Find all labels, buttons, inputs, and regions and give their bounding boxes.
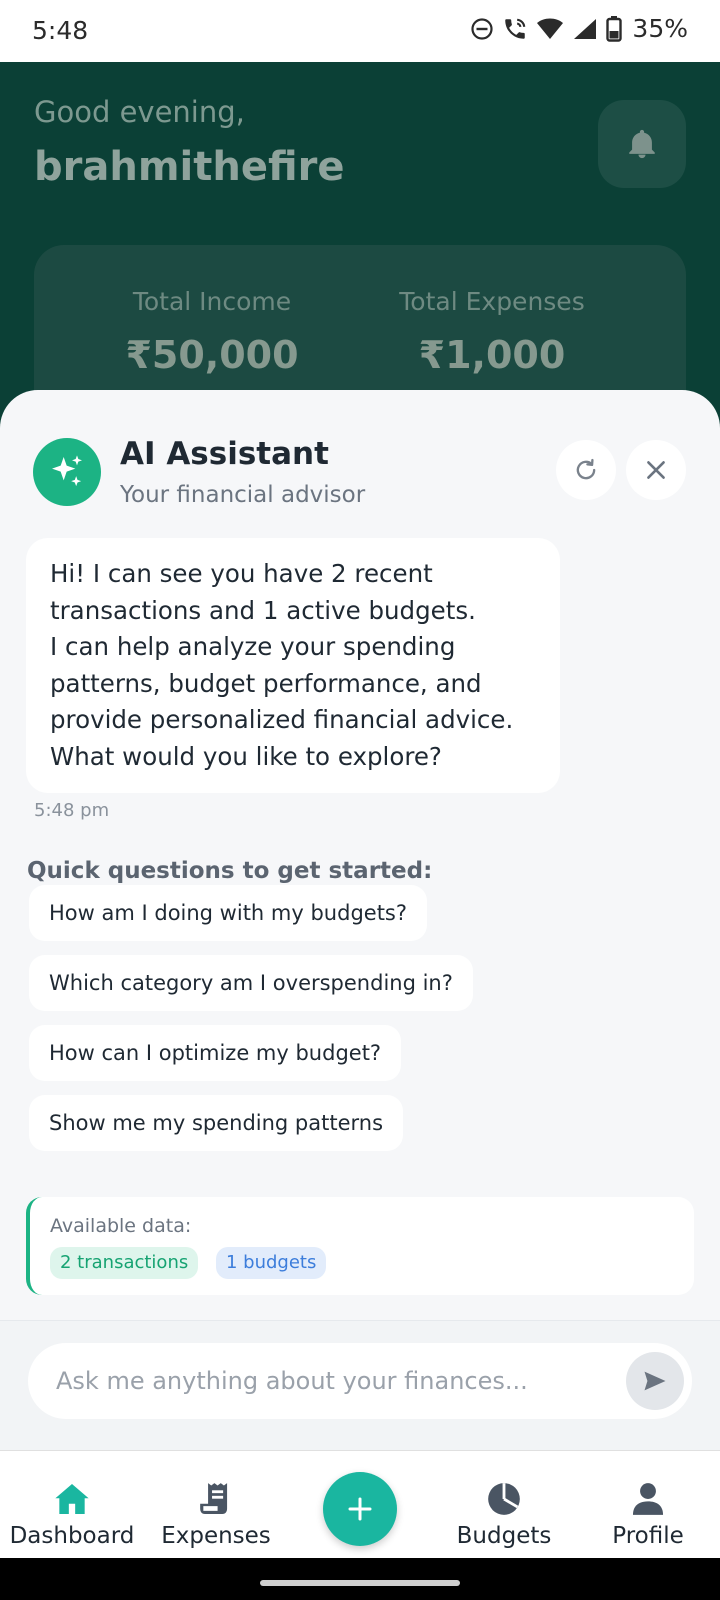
message-timestamp: 5:48 pm [34,800,110,821]
nav-icon-wrap [52,1479,92,1519]
expenses-label: Total Expenses [399,287,585,316]
receipt-icon [200,1483,228,1515]
plus-icon [348,1497,372,1521]
income-label: Total Income [132,287,292,316]
message-line: I can help analyze your spending [50,632,456,661]
send-icon [644,1371,666,1391]
nav-icon-wrap [629,1479,667,1519]
transactions-tag: 2 transactions [50,1247,199,1279]
quick-question-chip[interactable]: How am I doing with my budgets? [29,885,428,941]
signal-icon [574,18,597,39]
nav-profile[interactable]: Profile [576,1451,720,1559]
income-value: ₹50,000 [125,333,299,377]
status-icons: 35% [470,14,688,43]
assistant-avatar [33,438,101,506]
message-line: transactions and 1 active budgets. [50,595,476,625]
assistant-subtitle: Your financial advisor [120,482,366,508]
message-line: patterns, budget performance, and [50,668,482,698]
nav-expenses[interactable]: Expenses [144,1451,288,1559]
message-line: provide personalized financial advice. [50,705,514,734]
chat-input[interactable] [56,1343,616,1419]
assistant-message-bubble: Hi! I can see you have 2 recent transact… [26,538,560,793]
nav-label-dashboard: Dashboard [9,1523,135,1549]
nav-icon-wrap [485,1479,523,1519]
wifi-calling-icon [505,18,526,39]
notifications-button[interactable] [598,100,686,188]
refresh-icon [576,458,596,480]
bottom-navigation: Dashboard Expenses Budgets Profile [0,1450,720,1558]
nav-label-expenses: Expenses [161,1523,271,1549]
chat-input-container [28,1343,692,1419]
send-button[interactable] [626,1352,684,1410]
budgets-tag: 1 budgets [216,1247,327,1279]
ai-assistant-sheet: AI Assistant Your financial advisor Hi! … [0,390,720,1450]
expenses-value: ₹1,000 [418,333,566,377]
message-line: Hi! I can see you have 2 recent [50,559,433,588]
nav-label-profile: Profile [612,1523,684,1549]
quick-question-chip[interactable]: Which category am I overspending in? [29,955,473,1011]
close-icon [647,461,665,479]
battery-percent: 35% [632,14,688,43]
gesture-handle[interactable] [260,1580,460,1586]
user-icon [632,1483,664,1515]
chat-input-area [0,1320,720,1450]
add-button[interactable] [323,1472,397,1546]
close-button[interactable] [626,440,686,500]
quick-question-chip[interactable]: Show me my spending patterns [29,1095,404,1151]
nav-dashboard[interactable]: Dashboard [0,1451,144,1559]
quick-questions-title: Quick questions to get started: [27,858,433,884]
nav-label-budgets: Budgets [456,1523,552,1549]
bell-icon [629,129,655,159]
available-data-box: Available data: 2 transactions 1 budgets [26,1197,694,1295]
nav-budgets[interactable]: Budgets [432,1451,576,1559]
home-icon [55,1483,89,1515]
dnd-icon [471,17,494,40]
refresh-button[interactable] [556,440,616,500]
greeting-text: Good evening, [34,95,245,129]
available-data-label: Available data: [50,1215,192,1237]
sparkles-icon [52,455,82,487]
pie-chart-icon [488,1483,520,1515]
status-bar: 5:48 35% [0,0,720,62]
assistant-title: AI Assistant [120,436,329,472]
wifi-icon [537,18,564,39]
message-line: What would you like to explore? [50,741,442,771]
quick-question-chip[interactable]: How can I optimize my budget? [29,1025,402,1081]
gesture-area [0,1558,720,1600]
status-time: 5:48 [32,16,89,45]
battery-icon [606,15,623,42]
nav-icon-wrap [196,1479,236,1519]
username-text: brahmithefire [34,144,345,190]
